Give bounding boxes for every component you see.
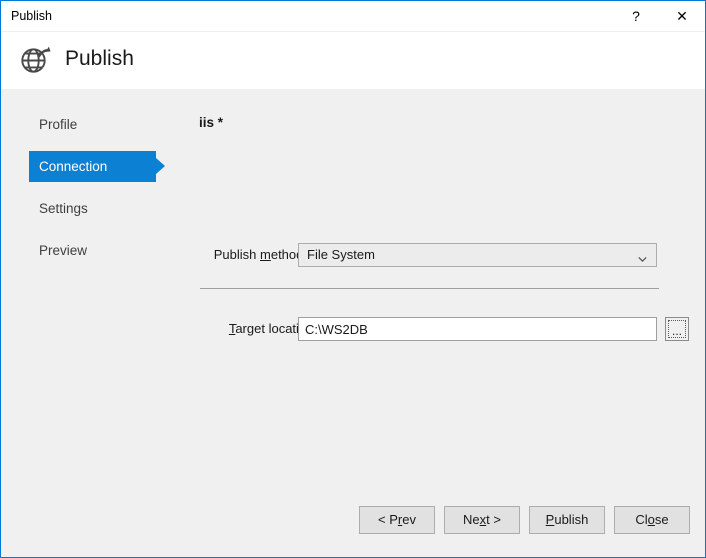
dialog-footer: < Prev Next > Publish Close bbox=[1, 506, 705, 534]
close-button[interactable]: ✕ bbox=[659, 1, 705, 31]
sidebar-item-arrow-icon bbox=[156, 158, 165, 174]
sidebar-item-arrow-icon bbox=[156, 200, 165, 216]
chevron-down-icon bbox=[638, 251, 647, 262]
publish-dialog-window: Publish ? ✕ Publish Profile Connection S… bbox=[0, 0, 706, 558]
publish-method-dropdown[interactable]: File System bbox=[298, 243, 657, 267]
next-button-label-before: Ne bbox=[463, 512, 480, 527]
sidebar-item-preview[interactable]: Preview bbox=[1, 235, 181, 266]
publish-method-label-accel: m bbox=[260, 247, 271, 262]
sidebar-item-connection[interactable]: Connection bbox=[1, 151, 181, 182]
publish-method-row: Publish method: File System bbox=[199, 243, 669, 267]
wizard-sidebar: Profile Connection Settings Preview bbox=[1, 109, 181, 266]
sidebar-item-profile[interactable]: Profile bbox=[1, 109, 181, 140]
next-button[interactable]: Next > bbox=[444, 506, 520, 534]
dialog-body: Profile Connection Settings Preview iis … bbox=[1, 89, 705, 557]
prev-button-label-before: < P bbox=[378, 512, 398, 527]
close-button-label-accel: o bbox=[647, 512, 655, 527]
sidebar-item-settings[interactable]: Settings bbox=[1, 193, 181, 224]
publish-button-label-after: ublish bbox=[554, 512, 589, 527]
close-button-label-before: Cl bbox=[635, 512, 648, 527]
publish-button[interactable]: Publish bbox=[529, 506, 605, 534]
browse-focus-rect: ... bbox=[668, 320, 686, 338]
close-button-label-after: se bbox=[654, 512, 669, 527]
header-title: Publish bbox=[65, 47, 134, 70]
prev-button[interactable]: < Prev bbox=[359, 506, 435, 534]
sidebar-item-label: Preview bbox=[39, 243, 88, 258]
help-icon: ? bbox=[632, 8, 640, 24]
prev-button-label-after: ev bbox=[402, 512, 416, 527]
browse-button[interactable]: ... bbox=[665, 317, 689, 341]
target-location-row: Target location: ... bbox=[199, 317, 689, 341]
publish-method-label: Publish method: bbox=[214, 247, 307, 262]
target-location-input[interactable] bbox=[298, 317, 657, 341]
profile-name-title: iis * bbox=[199, 115, 224, 130]
help-button[interactable]: ? bbox=[613, 1, 659, 31]
window-title: Publish bbox=[11, 9, 52, 23]
close-dialog-button[interactable]: Close bbox=[614, 506, 690, 534]
publish-method-label-before: Publish bbox=[213, 247, 260, 262]
sidebar-item-arrow-icon bbox=[156, 116, 165, 132]
close-icon: ✕ bbox=[676, 8, 688, 24]
sidebar-item-label: Connection bbox=[39, 159, 108, 174]
browse-button-label: ... bbox=[671, 324, 682, 338]
publish-method-selected-value: File System bbox=[307, 247, 375, 262]
sidebar-item-label: Settings bbox=[39, 201, 88, 216]
sidebar-item-arrow-icon bbox=[156, 242, 165, 258]
sidebar-item-label: Profile bbox=[39, 117, 78, 132]
next-button-label-after: t > bbox=[486, 512, 501, 527]
globe-publish-icon bbox=[17, 42, 53, 78]
dialog-header: Publish bbox=[1, 32, 705, 89]
title-bar: Publish ? ✕ bbox=[1, 1, 705, 32]
section-divider bbox=[200, 288, 659, 289]
